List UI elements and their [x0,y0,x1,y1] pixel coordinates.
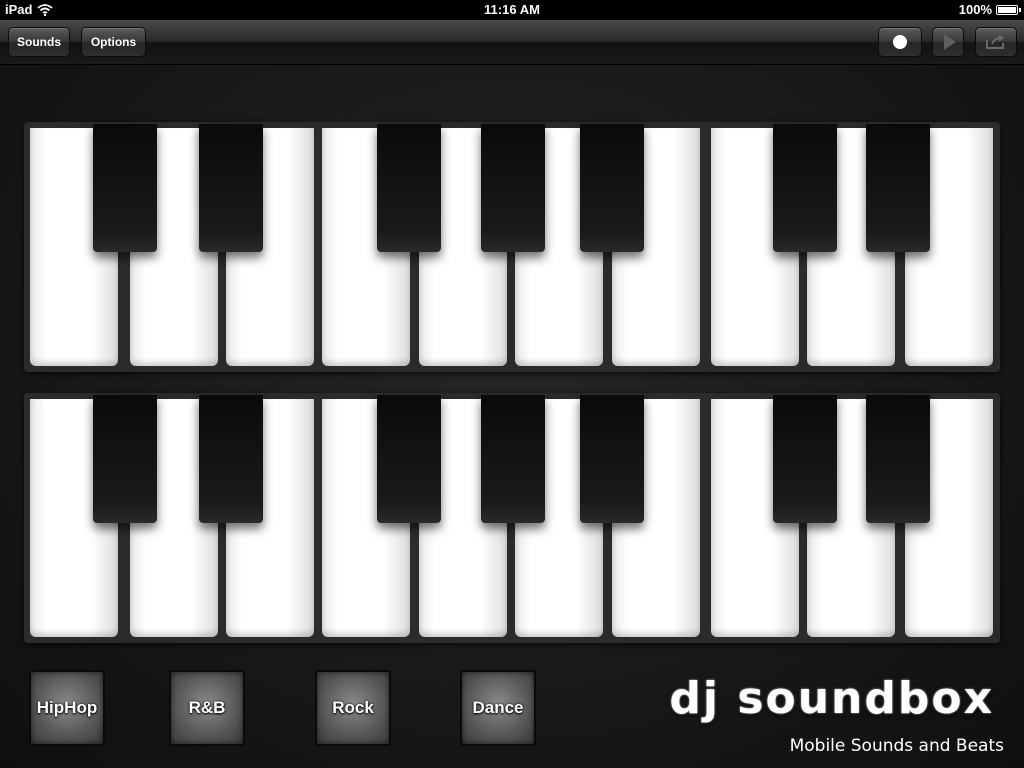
keyboard-upper [24,122,1000,372]
record-icon [893,35,907,49]
record-button[interactable] [878,27,922,57]
black-key[interactable] [377,124,441,252]
app-tagline: Mobile Sounds and Beats [789,736,1004,756]
black-key[interactable] [481,395,545,523]
black-key[interactable] [93,124,157,252]
sounds-button[interactable]: Sounds [8,27,70,57]
play-button[interactable] [932,27,964,57]
black-key[interactable] [580,395,644,523]
instrument-stage: HipHop R&B Rock Dance dj soundbox Mobile… [0,65,1024,768]
genre-rock-button[interactable]: Rock [315,670,391,746]
share-button[interactable] [975,27,1017,57]
battery-icon [996,4,1021,15]
black-key[interactable] [866,395,930,523]
toolbar: Sounds Options [0,20,1024,65]
app-logo: dj soundbox [669,673,994,724]
status-bar: iPad 11:16 AM 100% [0,0,1024,20]
black-key[interactable] [481,124,545,252]
black-key[interactable] [199,124,263,252]
black-key[interactable] [580,124,644,252]
black-key[interactable] [93,395,157,523]
clock: 11:16 AM [484,2,540,17]
genre-rnb-button[interactable]: R&B [169,670,245,746]
black-key[interactable] [199,395,263,523]
black-key[interactable] [866,124,930,252]
genre-hiphop-button[interactable]: HipHop [29,670,105,746]
options-button[interactable]: Options [81,27,146,57]
share-icon [986,34,1005,49]
battery-percent: 100% [958,2,992,17]
keyboard-lower [24,393,1000,643]
black-key[interactable] [377,395,441,523]
genre-dance-button[interactable]: Dance [460,670,536,746]
black-key[interactable] [773,124,837,252]
black-key[interactable] [773,395,837,523]
play-icon [943,34,956,50]
